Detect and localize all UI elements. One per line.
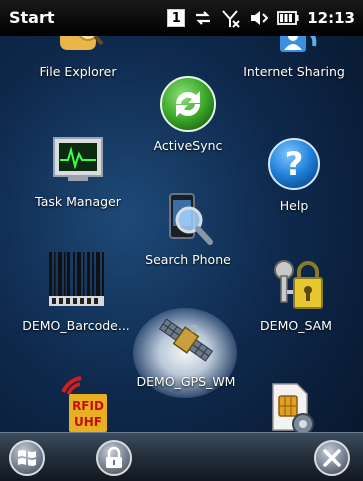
app-demo-sam[interactable]: DEMO_SAM [248,256,344,333]
notification-badge-icon[interactable]: 1 [167,9,186,27]
app-activesync[interactable]: ActiveSync [140,74,236,153]
app-label: Search Phone [145,252,231,267]
lock-button[interactable] [96,440,132,476]
status-bar: Start 1 12:13 [0,0,363,36]
rfid-text: RFID [72,399,104,413]
close-icon [323,449,341,467]
uhf-text: UHF [74,415,102,429]
app-sim-settings[interactable] [256,380,326,436]
bottom-bar [0,432,363,481]
notification-count: 1 [167,9,186,27]
task-manager-icon [53,137,103,181]
app-label: File Explorer [39,64,117,79]
clock[interactable]: 12:13 [307,9,355,27]
activesync-icon [160,76,216,132]
start-button[interactable] [9,440,45,476]
barcode-icon [49,252,104,306]
app-search-phone[interactable]: Search Phone [138,190,238,267]
satellite-icon [158,318,214,362]
connectivity-icon[interactable] [193,8,213,28]
lock-icon [106,446,122,468]
app-label: ActiveSync [153,138,223,153]
start-screen: Start 1 12:13 File Explorer Internet Sha… [0,0,363,481]
volume-icon[interactable] [249,8,269,28]
rfid-uhf-icon: RFID UHF [61,376,107,432]
windows-start-icon [18,450,36,466]
app-label: DEMO_GPS_WM [136,374,236,389]
no-signal-icon[interactable] [221,8,241,28]
battery-icon[interactable] [277,10,299,26]
keys-lock-icon [274,260,323,309]
sim-settings-icon [272,383,314,435]
app-label: Internet Sharing [243,64,345,79]
help-icon: ? [268,138,320,190]
status-icons: 1 12:13 [159,6,355,30]
close-button[interactable] [314,440,350,476]
app-label: Help [279,198,309,213]
app-demo-barcode[interactable]: DEMO_Barcode... [14,248,138,333]
app-task-manager[interactable]: Task Manager [22,132,134,209]
app-help[interactable]: ? Help [254,136,334,213]
app-label: DEMO_Barcode... [22,318,130,333]
svg-text:?: ? [285,145,304,183]
status-title[interactable]: Start [9,8,55,27]
app-demo-gps-wm[interactable]: DEMO_GPS_WM [126,312,246,389]
app-label: DEMO_SAM [260,318,332,333]
app-rfid-uhf[interactable]: RFID UHF [50,372,120,434]
app-label: Task Manager [35,194,121,209]
search-phone-icon [169,193,213,245]
